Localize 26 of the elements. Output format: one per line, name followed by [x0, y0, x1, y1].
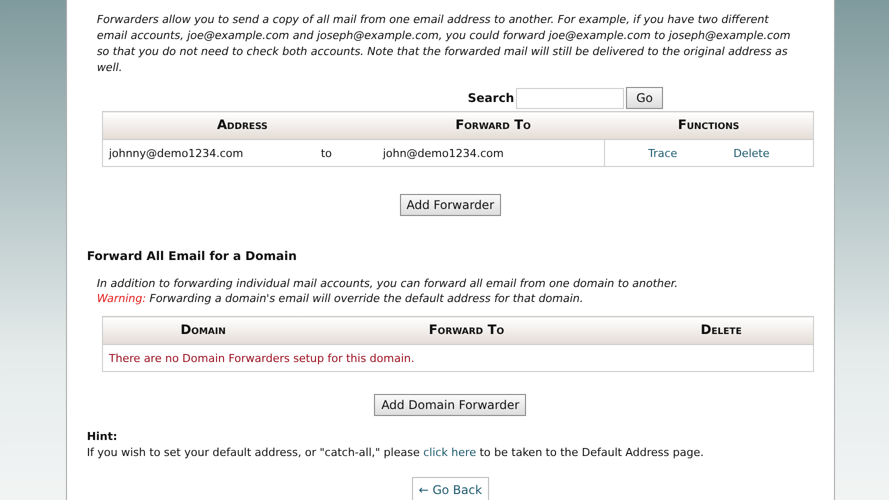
column-header: Domain — [102, 316, 304, 344]
warning-label: Warning: — [96, 292, 146, 305]
go-button[interactable]: Go — [626, 87, 663, 109]
section-title: Forward All Email for a Domain — [86, 249, 298, 263]
click-here-link[interactable]: click here — [423, 446, 476, 459]
action-link[interactable]: Trace — [648, 146, 678, 160]
table-cell: johnny@demo1234.com — [108, 146, 244, 160]
column-header: Delete — [630, 316, 814, 344]
warning-text: Forwarding a domain's email will override the default address for that domain. — [150, 292, 584, 305]
search-label: Search — [468, 91, 514, 105]
intro-paragraph: Forwarders allow you to send a copy of all mail from one email address to another. For example, if you have two different email accounts, joe@example.com and joseph@example.com, you could forward joe@example.com to joseph@example.com so that you do not need to check both accounts. Note that the forwarded mail will still be delivered to the original address as well. — [96, 12, 792, 76]
add-domain-forwarder-button[interactable]: Add Domain Forwarder — [374, 394, 526, 416]
go-back-button[interactable]: ← Go Back — [412, 477, 490, 500]
add-forwarder-button[interactable]: Add Forwarder — [400, 194, 502, 216]
hint-title: Hint: — [86, 429, 118, 445]
column-header: Forward To — [382, 112, 604, 140]
table-cell: john@demo1234.com — [382, 146, 504, 160]
hint-text: If you wish to set your default address, or "catch-all," please click here to be taken to the Default Address page. — [86, 445, 705, 461]
column-header: Address — [102, 112, 382, 140]
empty-message: There are no Domain Forwarders setup for this domain. — [108, 352, 414, 364]
action-link[interactable]: Delete — [733, 146, 770, 160]
column-header: Functions — [604, 112, 814, 140]
column-header: Forward To — [303, 316, 630, 344]
table-cell: to — [320, 146, 332, 160]
search-field[interactable] — [516, 88, 624, 108]
description-text: In addition to forwarding individual mail accounts, you can forward all email from one domain to another. — [96, 276, 679, 291]
